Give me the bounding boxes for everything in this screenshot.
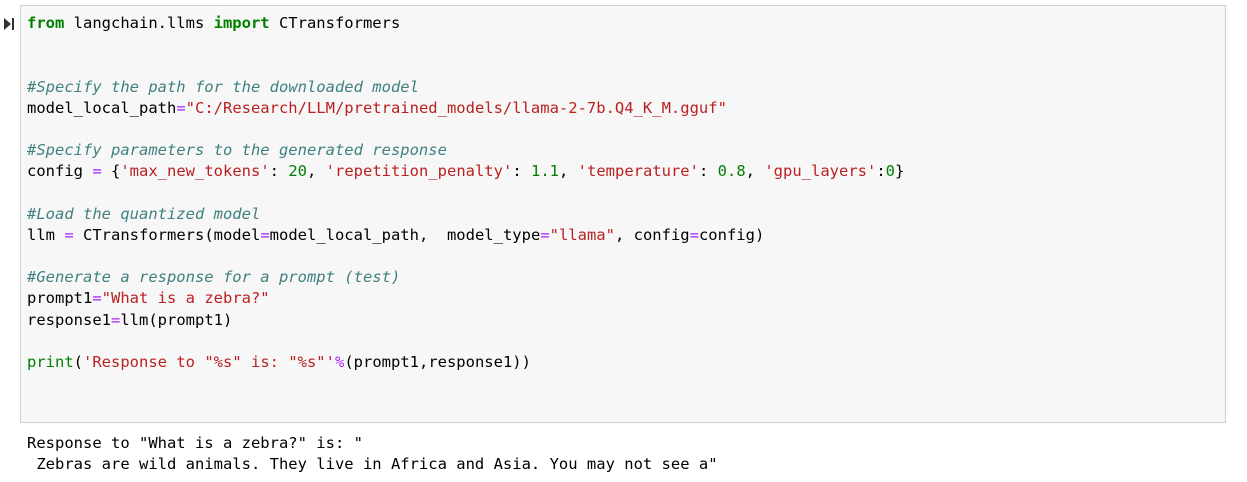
output-line: Response to "What is a zebra?" is: " bbox=[27, 434, 363, 452]
code-line-text: #Load the quantized model bbox=[27, 204, 261, 223]
code-line-text: config = {'max_new_tokens': 20, 'repetit… bbox=[27, 162, 905, 181]
code-editor[interactable]: from langchain.llms import CTransformers… bbox=[27, 13, 904, 373]
code-line-text: print('Response to "%s" is: "%s"'%(promp… bbox=[27, 353, 531, 371]
code-line: print('Response to "%s" is: "%s"'%(promp… bbox=[27, 352, 904, 373]
code-line: #Generate a response for a prompt (test) bbox=[27, 267, 904, 288]
step-forward-icon[interactable] bbox=[3, 16, 15, 30]
cell-output: Response to "What is a zebra?" is: " Zeb… bbox=[27, 433, 718, 475]
code-line-text: #Specify the path for the downloaded mod… bbox=[27, 77, 419, 96]
code-line: #Specify the path for the downloaded mod… bbox=[27, 77, 904, 98]
code-line: llm = CTransformers(model=model_local_pa… bbox=[27, 225, 904, 246]
code-line: config = {'max_new_tokens': 20, 'repetit… bbox=[27, 161, 904, 182]
code-line: response1=llm(prompt1) bbox=[27, 310, 904, 331]
code-line: prompt1="What is a zebra?" bbox=[27, 288, 904, 309]
code-line-text: response1=llm(prompt1) bbox=[27, 310, 233, 329]
code-line: model_local_path="C:/Research/LLM/pretra… bbox=[27, 98, 904, 119]
code-line: #Specify parameters to the generated res… bbox=[27, 140, 904, 161]
code-line-text: #Generate a response for a prompt (test) bbox=[27, 268, 401, 287]
code-line-text: llm = CTransformers(model=model_local_pa… bbox=[27, 225, 765, 244]
code-line: #Load the quantized model bbox=[27, 204, 904, 225]
output-line: Zebras are wild animals. They live in Af… bbox=[27, 455, 718, 474]
code-line-text: #Specify parameters to the generated res… bbox=[27, 141, 447, 160]
code-line-text: from langchain.llms import CTransformers bbox=[27, 14, 401, 32]
code-line: from langchain.llms import CTransformers bbox=[27, 13, 904, 34]
code-cell[interactable]: from langchain.llms import CTransformers… bbox=[20, 5, 1226, 423]
code-line-text: model_local_path="C:/Research/LLM/pretra… bbox=[27, 98, 727, 117]
code-line-text: prompt1="What is a zebra?" bbox=[27, 289, 270, 308]
